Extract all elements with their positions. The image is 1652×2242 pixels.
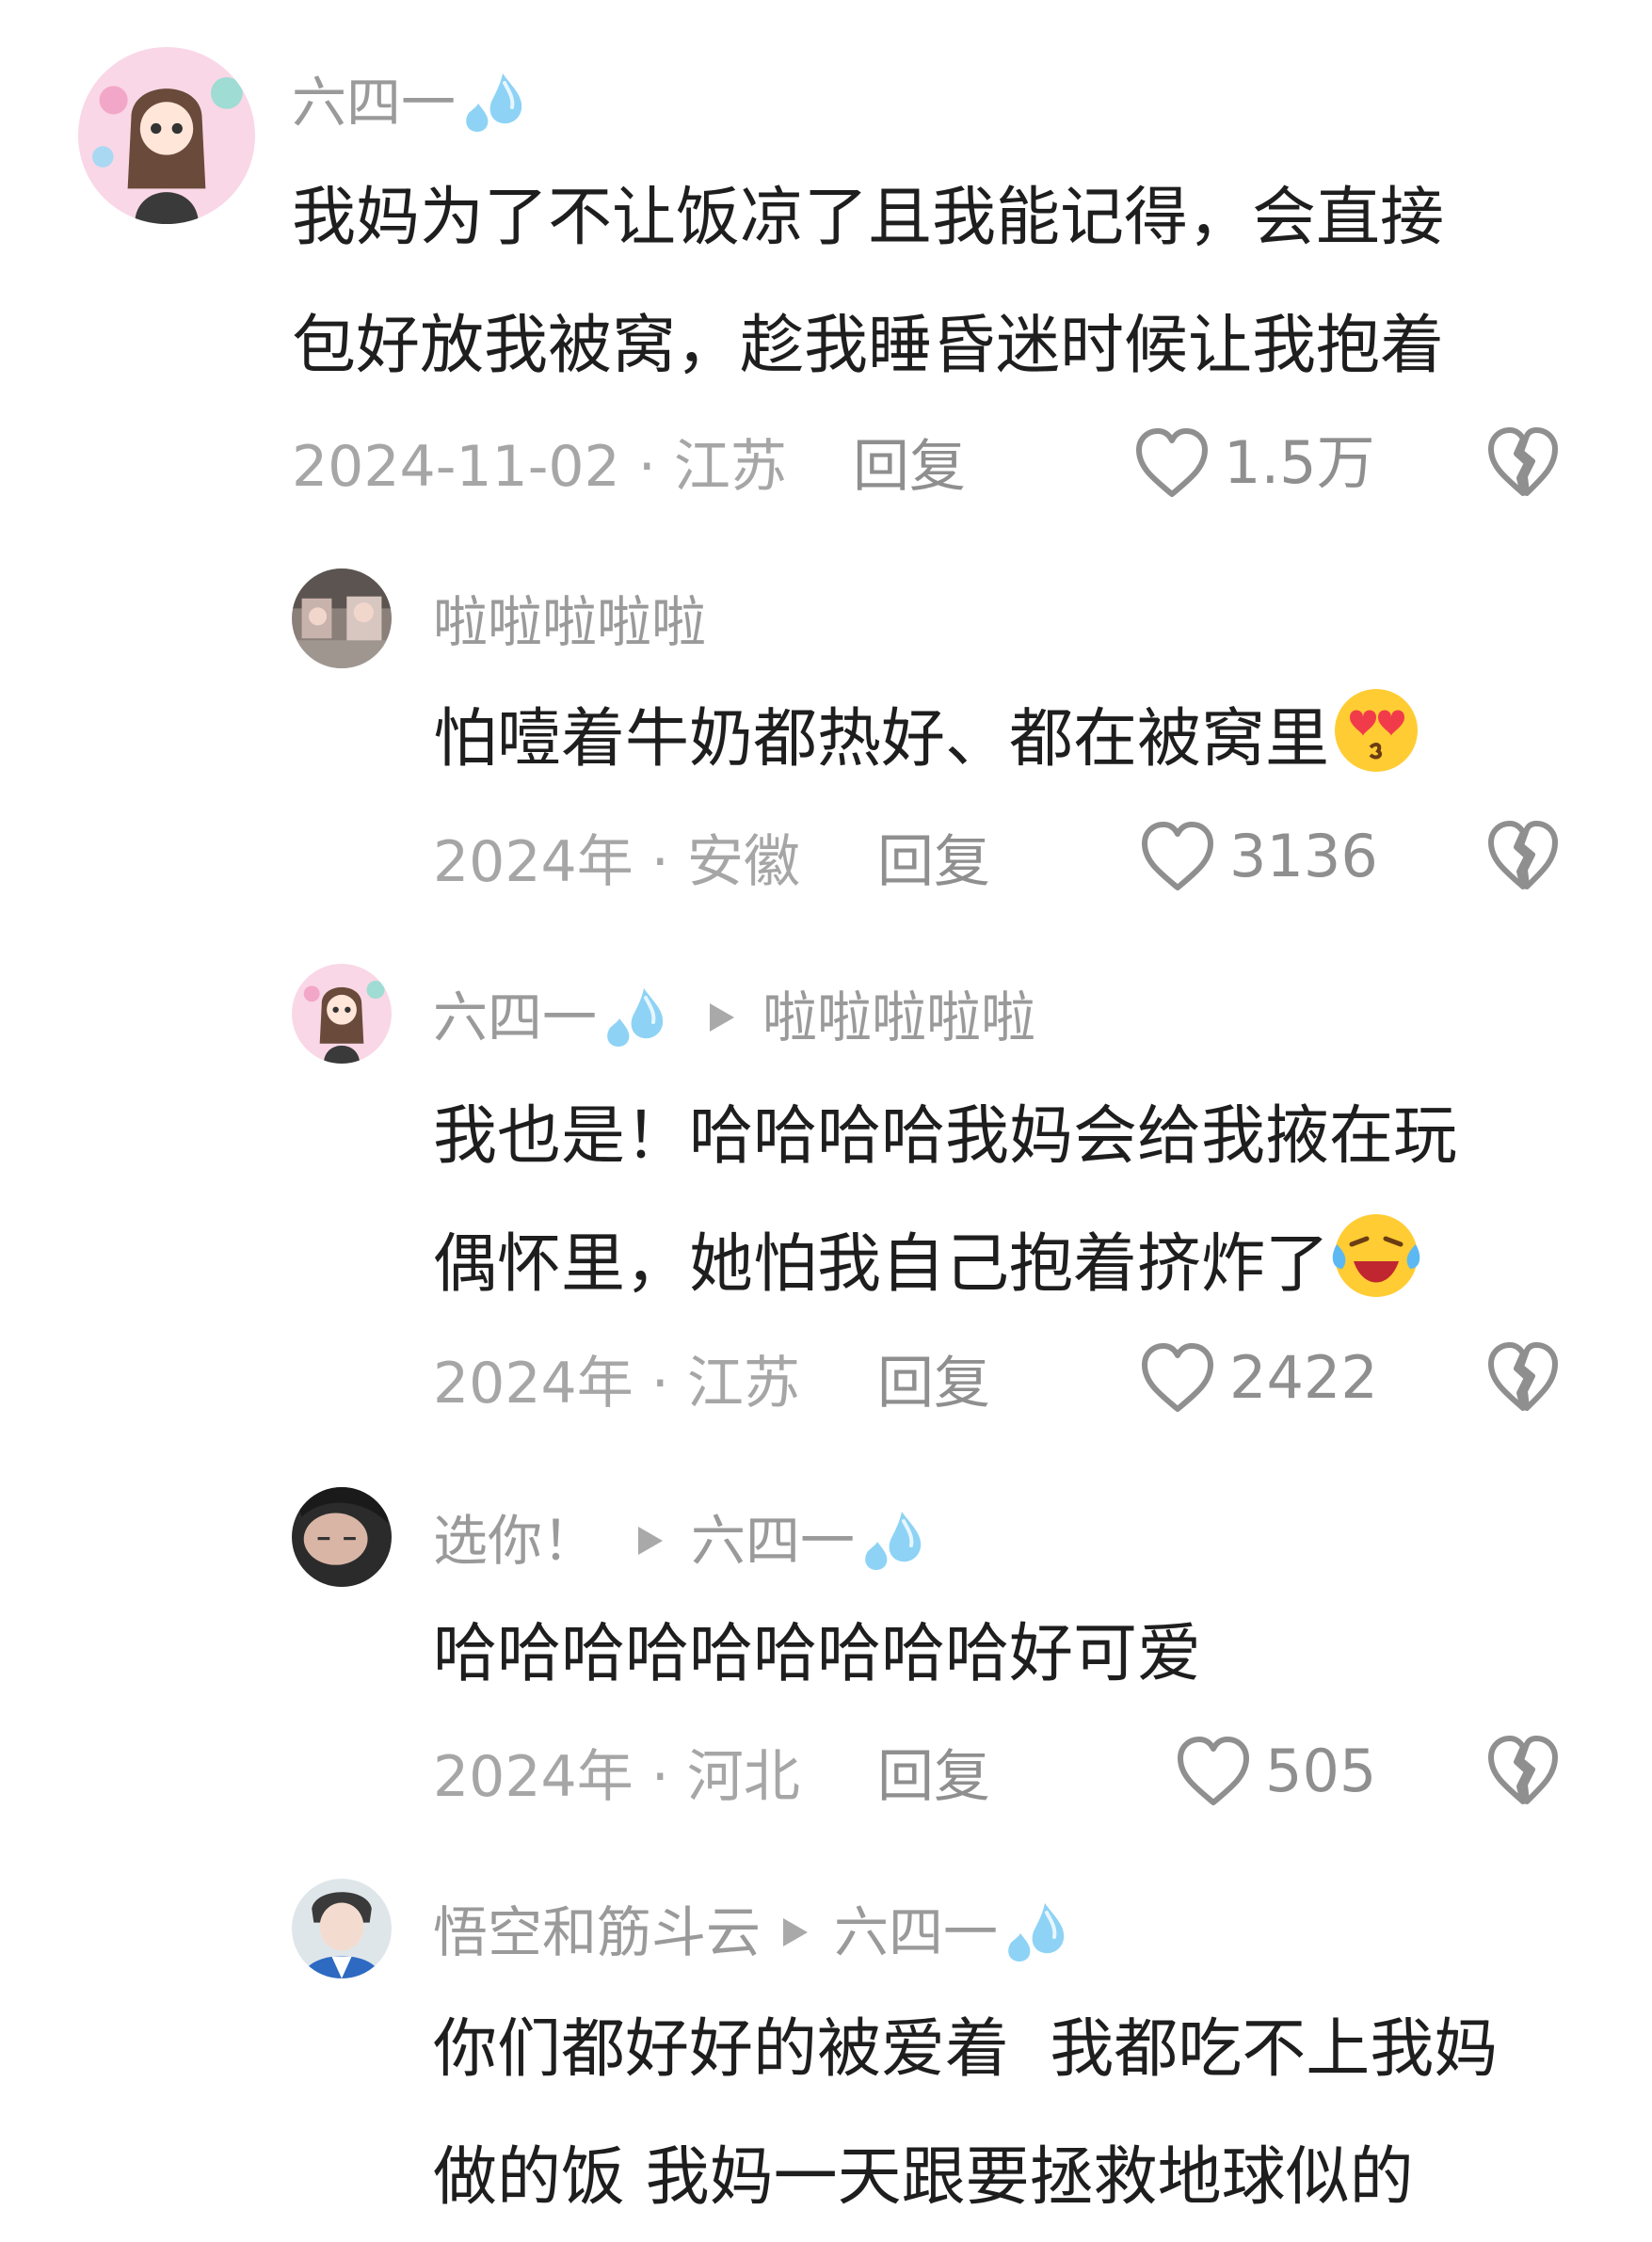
like-count: 1.5万: [1224, 428, 1375, 497]
reply-button[interactable]: 回复: [877, 1346, 990, 1421]
reply-to-username[interactable]: 啦啦啦啦啦: [762, 985, 1035, 1050]
play-arrow-icon: [638, 1527, 664, 1555]
play-arrow-icon: [783, 1918, 809, 1946]
water-drops-icon: [1002, 1899, 1069, 1965]
comment-username[interactable]: 啦啦啦啦啦: [433, 589, 706, 655]
comment-text: 我妈为了不让饭凉了且我能记得，会直接 包好放我被窝，趁我睡昏迷时候让我抱着: [292, 181, 1445, 383]
avatar[interactable]: [78, 47, 255, 224]
avatar[interactable]: [292, 1879, 392, 1978]
comment-meta: 2024年 · 安徽: [433, 829, 800, 895]
comment-username[interactable]: 选你！ 六四一: [433, 1508, 926, 1574]
laughing-crying-emoji: [1329, 1207, 1423, 1301]
avatar[interactable]: [292, 1487, 392, 1587]
water-drops-icon: [858, 1508, 926, 1574]
comment-username[interactable]: 六四一: [292, 70, 527, 136]
heart-outline-icon: [1139, 1341, 1216, 1415]
like-count: 3136: [1229, 822, 1378, 890]
heart-outline-icon: [1139, 820, 1216, 893]
comment-text: 我也是！哈哈哈哈我妈会给我掖在玩 偶怀里，她怕我自己抱着挤炸了: [433, 1099, 1458, 1302]
broken-heart-icon[interactable]: [1485, 1734, 1561, 1807]
broken-heart-icon[interactable]: [1485, 819, 1561, 892]
like-button[interactable]: 1.5万: [1133, 425, 1375, 501]
heart-eyes-emoji: [1329, 681, 1423, 776]
reply-button[interactable]: 回复: [877, 1739, 990, 1815]
like-button[interactable]: 2422: [1139, 1340, 1378, 1416]
like-count: 2422: [1229, 1343, 1378, 1412]
broken-heart-icon[interactable]: [1485, 1340, 1561, 1414]
comment-text: 哈哈哈哈哈哈哈哈哈好可爱: [433, 1617, 1202, 1691]
comment-username[interactable]: 悟空和筋斗云 六四一: [433, 1899, 1069, 1965]
comment-meta: 2024年 · 河北: [433, 1744, 800, 1810]
avatar[interactable]: [292, 964, 392, 1064]
reply-button[interactable]: 回复: [853, 429, 966, 504]
play-arrow-icon: [710, 1003, 735, 1032]
avatar[interactable]: [292, 569, 392, 668]
heart-outline-icon: [1175, 1735, 1252, 1808]
reply-to-username[interactable]: 六四一: [691, 1508, 855, 1574]
comment-text: 怕噎着牛奶都热好、都在被窝里: [433, 676, 1423, 804]
water-drops-icon: [459, 70, 527, 136]
like-button[interactable]: 505: [1175, 1734, 1376, 1809]
heart-outline-icon: [1133, 426, 1211, 500]
comment-username[interactable]: 六四一 啦啦啦啦啦: [433, 985, 1035, 1050]
broken-heart-icon[interactable]: [1485, 425, 1561, 499]
like-button[interactable]: 3136: [1139, 819, 1378, 894]
water-drops-icon: [601, 985, 668, 1050]
like-count: 505: [1265, 1737, 1377, 1805]
comment-meta: 2024年 · 江苏: [433, 1351, 800, 1417]
reply-to-username[interactable]: 六四一: [834, 1899, 998, 1965]
reply-button[interactable]: 回复: [877, 825, 990, 900]
comment-text: 你们都好好的被爱着 我都吃不上我妈 做的饭 我妈一天跟要拯救地球似的: [433, 2012, 1499, 2215]
comment-meta: 2024-11-02 · 江苏: [292, 434, 787, 500]
